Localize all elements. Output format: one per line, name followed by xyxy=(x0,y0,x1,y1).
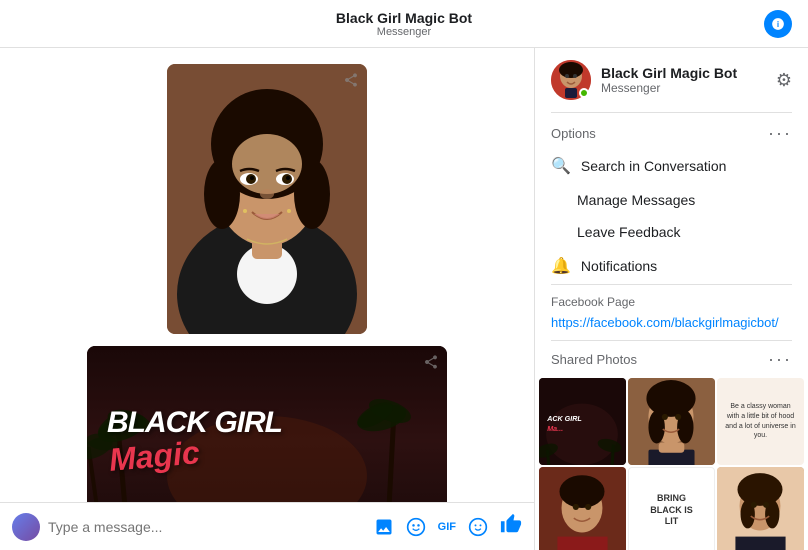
panel-header-info: Black Girl Magic Bot Messenger xyxy=(601,65,766,95)
svg-text:ACK GIRL: ACK GIRL xyxy=(546,415,582,423)
shared-photos-more-button[interactable]: ··· xyxy=(768,349,792,370)
facebook-page-label: Facebook Page xyxy=(535,285,808,313)
search-icon: 🔍 xyxy=(551,156,571,176)
svg-text:Ma...: Ma... xyxy=(547,425,563,433)
photo-thumb-2[interactable] xyxy=(628,378,715,465)
options-more-button[interactable]: ··· xyxy=(768,123,792,144)
info-button[interactable]: i xyxy=(764,10,792,38)
leave-feedback-item[interactable]: Leave Feedback xyxy=(535,216,808,248)
photo-thumb-5[interactable]: BRINGBLACK ISLIT xyxy=(628,467,715,550)
bring-text: BRINGBLACK ISLIT xyxy=(646,489,697,532)
shared-photos-header: Shared Photos ··· xyxy=(535,341,808,378)
user-avatar xyxy=(12,513,40,541)
leave-feedback-label: Leave Feedback xyxy=(577,224,681,240)
like-button[interactable] xyxy=(500,513,522,541)
chat-input-area: GIF xyxy=(0,502,534,550)
portrait-image xyxy=(167,64,367,334)
message-input[interactable] xyxy=(48,519,366,535)
bgm-text: BLACK GIRL Magic xyxy=(107,408,282,475)
quote-text: Be a classy woman with a little bit of h… xyxy=(721,398,800,445)
manage-messages-item[interactable]: Manage Messages xyxy=(535,184,808,216)
main-content: BLACK GIRL Magic xyxy=(0,48,808,550)
gif-button[interactable]: GIF xyxy=(438,521,456,533)
emoji-button[interactable] xyxy=(468,517,488,537)
photo-thumb-6[interactable] xyxy=(717,467,804,550)
right-panel: Black Girl Magic Bot Messenger ⚙ Options… xyxy=(535,48,808,550)
photos-grid: ACK GIRL Ma... xyxy=(535,378,808,550)
panel-bot-name: Black Girl Magic Bot xyxy=(601,65,766,81)
options-label: Options xyxy=(551,126,596,141)
sticker-button[interactable] xyxy=(406,517,426,537)
panel-header: Black Girl Magic Bot Messenger ⚙ xyxy=(535,48,808,112)
bgm-line1: BLACK GIRL xyxy=(107,408,282,438)
share-icon-bottom[interactable] xyxy=(423,354,439,375)
top-bar: Black Girl Magic Bot Messenger i xyxy=(0,0,808,48)
shared-photos-label: Shared Photos xyxy=(551,352,637,367)
bgm-banner: BLACK GIRL Magic xyxy=(87,346,447,502)
notifications-item[interactable]: 🔔 Notifications xyxy=(535,248,808,284)
share-icon-top[interactable] xyxy=(343,72,359,93)
chat-messages: BLACK GIRL Magic xyxy=(0,48,534,502)
messenger-label: Messenger xyxy=(336,26,472,38)
bgm-banner-container: BLACK GIRL Magic xyxy=(87,346,447,502)
manage-messages-label: Manage Messages xyxy=(577,192,695,208)
panel-bot-subtitle: Messenger xyxy=(601,81,766,95)
gear-button[interactable]: ⚙ xyxy=(776,70,792,91)
portrait-message xyxy=(167,64,367,334)
bgm-line2: Magic xyxy=(108,434,202,479)
online-indicator xyxy=(579,88,589,98)
photo-thumb-1[interactable]: ACK GIRL Ma... xyxy=(539,378,626,465)
image-button[interactable] xyxy=(374,517,394,537)
options-row: Options ··· xyxy=(535,113,808,148)
notifications-label: Notifications xyxy=(581,258,657,274)
photo-thumb-4[interactable] xyxy=(539,467,626,550)
bell-icon: 🔔 xyxy=(551,256,571,276)
photo-thumb-3[interactable]: Be a classy woman with a little bit of h… xyxy=(717,378,804,465)
bot-name-title: Black Girl Magic Bot xyxy=(336,10,472,26)
input-actions: GIF xyxy=(374,513,522,541)
search-conversation-label: Search in Conversation xyxy=(581,158,727,174)
top-bar-title: Black Girl Magic Bot Messenger xyxy=(336,10,472,38)
fb-link[interactable]: https://facebook.com/blackgirlmagicbot/ xyxy=(535,313,808,340)
search-conversation-item[interactable]: 🔍 Search in Conversation xyxy=(535,148,808,184)
chat-area: BLACK GIRL Magic xyxy=(0,48,535,550)
bot-avatar xyxy=(551,60,591,100)
svg-text:i: i xyxy=(777,19,779,28)
